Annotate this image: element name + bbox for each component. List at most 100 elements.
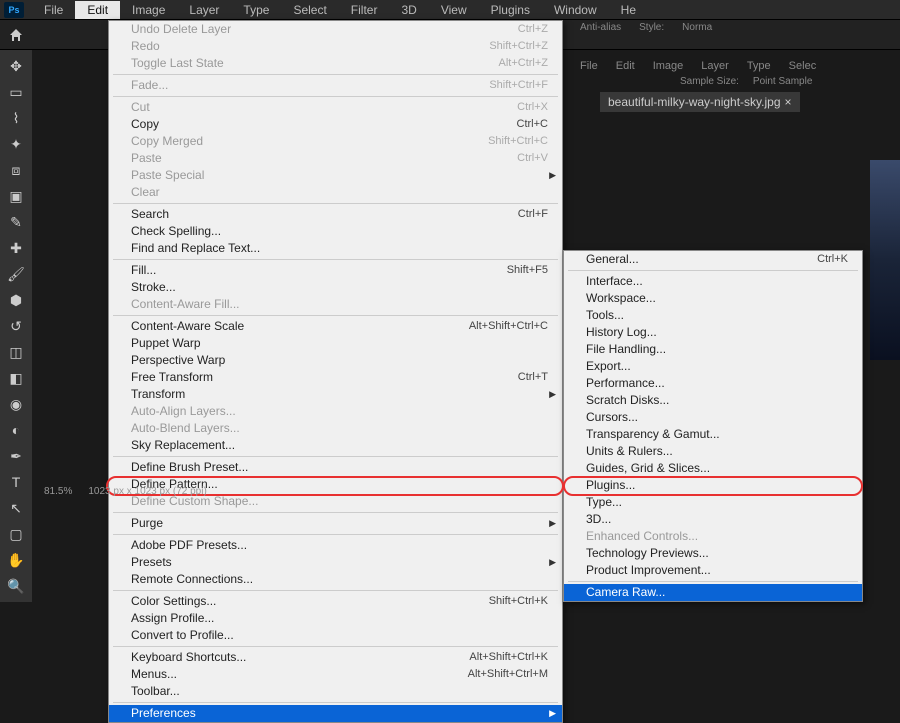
menu-image[interactable]: Image bbox=[120, 1, 177, 19]
secondary-menu-selec[interactable]: Selec bbox=[789, 60, 817, 72]
menu-select[interactable]: Select bbox=[281, 1, 338, 19]
blur-tool[interactable]: ◉ bbox=[4, 392, 28, 416]
edit-menu-redo: RedoShift+Ctrl+Z bbox=[109, 38, 562, 55]
edit-menu-assign-profile[interactable]: Assign Profile... bbox=[109, 610, 562, 627]
prefs-menu-file-handling[interactable]: File Handling... bbox=[564, 341, 862, 358]
crop-tool[interactable]: ⧈ bbox=[4, 158, 28, 182]
menu-edit[interactable]: Edit bbox=[75, 1, 120, 19]
prefs-menu-general[interactable]: General...Ctrl+K bbox=[564, 251, 862, 268]
prefs-menu-history-log[interactable]: History Log... bbox=[564, 324, 862, 341]
brush-tool[interactable]: 🖌 bbox=[4, 262, 28, 286]
edit-menu-check-spelling[interactable]: Check Spelling... bbox=[109, 223, 562, 240]
edit-menu-stroke[interactable]: Stroke... bbox=[109, 279, 562, 296]
eyedropper-tool[interactable]: ✎ bbox=[4, 210, 28, 234]
edit-menu-perspective-warp[interactable]: Perspective Warp bbox=[109, 352, 562, 369]
edit-menu-remote-connections[interactable]: Remote Connections... bbox=[109, 571, 562, 588]
prefs-menu-transparency-gamut[interactable]: Transparency & Gamut... bbox=[564, 426, 862, 443]
prefs-menu-performance[interactable]: Performance... bbox=[564, 375, 862, 392]
menu-item-shortcut: Ctrl+Z bbox=[518, 22, 548, 37]
edit-menu-separator bbox=[113, 315, 558, 316]
edit-menu-search[interactable]: SearchCtrl+F bbox=[109, 206, 562, 223]
edit-menu-content-aware-fill: Content-Aware Fill... bbox=[109, 296, 562, 313]
menu-item-label: Toggle Last State bbox=[131, 56, 224, 71]
edit-menu-color-settings[interactable]: Color Settings...Shift+Ctrl+K bbox=[109, 593, 562, 610]
prefs-menu-technology-previews[interactable]: Technology Previews... bbox=[564, 545, 862, 562]
secondary-menu-edit[interactable]: Edit bbox=[616, 60, 635, 72]
menu-window[interactable]: Window bbox=[542, 1, 609, 19]
edit-menu-adobe-pdf-presets[interactable]: Adobe PDF Presets... bbox=[109, 537, 562, 554]
heal-tool[interactable]: ✚ bbox=[4, 236, 28, 260]
menu-type[interactable]: Type bbox=[231, 1, 281, 19]
gradient-tool[interactable]: ◧ bbox=[4, 366, 28, 390]
menu-item-label: Preferences bbox=[131, 706, 196, 721]
frame-tool[interactable]: ▣ bbox=[4, 184, 28, 208]
prefs-menu-export[interactable]: Export... bbox=[564, 358, 862, 375]
prefs-menu-guides-grid-slices[interactable]: Guides, Grid & Slices... bbox=[564, 460, 862, 477]
secondary-menu-image[interactable]: Image bbox=[653, 60, 684, 72]
close-icon[interactable]: × bbox=[785, 95, 792, 109]
prefs-menu-interface[interactable]: Interface... bbox=[564, 273, 862, 290]
edit-menu-transform[interactable]: Transform▶ bbox=[109, 386, 562, 403]
edit-menu-define-brush-preset[interactable]: Define Brush Preset... bbox=[109, 459, 562, 476]
lasso-tool[interactable]: ⌇ bbox=[4, 106, 28, 130]
prefs-menu-type[interactable]: Type... bbox=[564, 494, 862, 511]
menu-item-label: Perspective Warp bbox=[131, 353, 225, 368]
prefs-menu-tools[interactable]: Tools... bbox=[564, 307, 862, 324]
menu-item-label: Cut bbox=[131, 100, 150, 115]
edit-menu-content-aware-scale[interactable]: Content-Aware ScaleAlt+Shift+Ctrl+C bbox=[109, 318, 562, 335]
menu-he[interactable]: He bbox=[609, 1, 648, 19]
prefs-menu-scratch-disks[interactable]: Scratch Disks... bbox=[564, 392, 862, 409]
edit-menu-paste-special: Paste Special▶ bbox=[109, 167, 562, 184]
point-sample-value[interactable]: Point Sample bbox=[753, 76, 812, 87]
home-icon[interactable] bbox=[8, 27, 24, 43]
style-value[interactable]: Norma bbox=[682, 22, 712, 33]
edit-menu-copy[interactable]: CopyCtrl+C bbox=[109, 116, 562, 133]
secondary-menu-layer[interactable]: Layer bbox=[701, 60, 729, 72]
menu-view[interactable]: View bbox=[429, 1, 479, 19]
menu-file[interactable]: File bbox=[32, 1, 75, 19]
zoom-tool[interactable]: 🔍 bbox=[4, 574, 28, 598]
edit-menu-convert-to-profile[interactable]: Convert to Profile... bbox=[109, 627, 562, 644]
prefs-menu-workspace[interactable]: Workspace... bbox=[564, 290, 862, 307]
edit-menu-puppet-warp[interactable]: Puppet Warp bbox=[109, 335, 562, 352]
document-dimensions: 1023 px x 1023 px (72 ppi) bbox=[88, 486, 206, 497]
prefs-menu-3d[interactable]: 3D... bbox=[564, 511, 862, 528]
status-bar: 81.5% 1023 px x 1023 px (72 ppi) bbox=[36, 482, 215, 500]
zoom-level[interactable]: 81.5% bbox=[44, 486, 72, 497]
prefs-menu-cursors[interactable]: Cursors... bbox=[564, 409, 862, 426]
prefs-menu-product-improvement[interactable]: Product Improvement... bbox=[564, 562, 862, 579]
hand-tool[interactable]: ✋ bbox=[4, 548, 28, 572]
secondary-menu-file[interactable]: File bbox=[580, 60, 598, 72]
edit-menu-keyboard-shortcuts[interactable]: Keyboard Shortcuts...Alt+Shift+Ctrl+K bbox=[109, 649, 562, 666]
prefs-menu-plugins[interactable]: Plugins... bbox=[564, 477, 862, 494]
edit-menu-toolbar[interactable]: Toolbar... bbox=[109, 683, 562, 700]
dodge-tool[interactable]: ◐ bbox=[4, 418, 28, 442]
prefs-menu-camera-raw[interactable]: Camera Raw... bbox=[564, 584, 862, 601]
menu-layer[interactable]: Layer bbox=[177, 1, 231, 19]
edit-menu-preferences[interactable]: Preferences▶ bbox=[109, 705, 562, 722]
rect-tool[interactable]: ▢ bbox=[4, 522, 28, 546]
document-tab-name: beautiful-milky-way-night-sky.jpg bbox=[608, 95, 781, 109]
edit-menu-find-and-replace-text[interactable]: Find and Replace Text... bbox=[109, 240, 562, 257]
secondary-menu-type[interactable]: Type bbox=[747, 60, 771, 72]
eraser-tool[interactable]: ◫ bbox=[4, 340, 28, 364]
marquee-tool[interactable]: ▭ bbox=[4, 80, 28, 104]
edit-menu-menus[interactable]: Menus...Alt+Shift+Ctrl+M bbox=[109, 666, 562, 683]
edit-menu-sky-replacement[interactable]: Sky Replacement... bbox=[109, 437, 562, 454]
prefs-menu-units-rulers[interactable]: Units & Rulers... bbox=[564, 443, 862, 460]
stamp-tool[interactable]: ⬢ bbox=[4, 288, 28, 312]
pen-tool[interactable]: ✒ bbox=[4, 444, 28, 468]
edit-menu-fill[interactable]: Fill...Shift+F5 bbox=[109, 262, 562, 279]
edit-menu-purge[interactable]: Purge▶ bbox=[109, 515, 562, 532]
edit-menu-presets[interactable]: Presets▶ bbox=[109, 554, 562, 571]
wand-tool[interactable]: ✦ bbox=[4, 132, 28, 156]
menu-3d[interactable]: 3D bbox=[389, 1, 428, 19]
edit-menu-clear: Clear bbox=[109, 184, 562, 201]
menu-filter[interactable]: Filter bbox=[339, 1, 390, 19]
document-tab[interactable]: beautiful-milky-way-night-sky.jpg × bbox=[600, 92, 800, 112]
type-tool[interactable]: T bbox=[4, 470, 28, 494]
edit-menu-free-transform[interactable]: Free TransformCtrl+T bbox=[109, 369, 562, 386]
menu-plugins[interactable]: Plugins bbox=[479, 1, 542, 19]
history-tool[interactable]: ↺ bbox=[4, 314, 28, 338]
move-tool[interactable]: ✥ bbox=[4, 54, 28, 78]
